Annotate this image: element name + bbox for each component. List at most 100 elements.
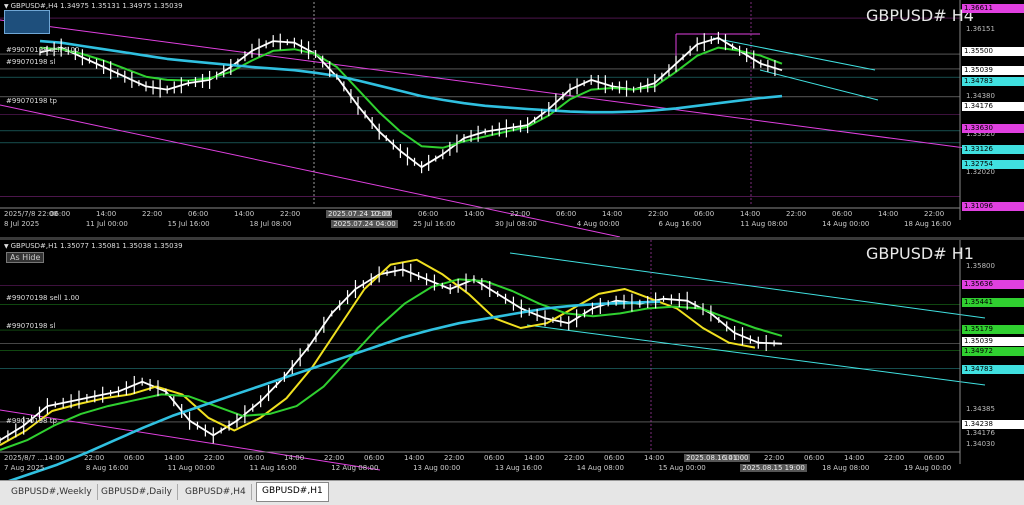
- h4-sell-label: #99070198 sell 1.00: [6, 46, 80, 54]
- time-tick-label: 14:00: [404, 454, 425, 462]
- time-tick-label: 22:00: [280, 210, 301, 218]
- time-tick-label: 06:00: [804, 454, 825, 462]
- triangle-down-icon: ▼: [4, 3, 9, 10]
- h1-symbol-title: GBPUSD# H1: [866, 244, 974, 263]
- time-tick-label: 06:00: [244, 454, 265, 462]
- h4-price-badge: 1.34176: [962, 102, 1024, 111]
- h4-ohlc-readout: ▼ GBPUSD#,H4 1.34975 1.35131 1.34975 1.35…: [4, 2, 183, 10]
- time-tick-label: 06:00: [924, 454, 945, 462]
- h4-price-badge: 1.33630: [962, 124, 1024, 133]
- tab-h4[interactable]: GBPUSD#,H4: [180, 484, 252, 500]
- h1-ytick: 1.34385: [966, 405, 995, 413]
- date-tick-label: 15 Aug 00:00: [658, 464, 706, 472]
- date-tick-label: 14 Aug 00:00: [822, 220, 870, 228]
- h4-symbol-title: GBPUSD# H4: [866, 6, 974, 25]
- time-tick-label: 14:00: [724, 454, 745, 462]
- h1-price-badge: 1.34972: [962, 347, 1024, 356]
- date-tick-label: 6 Aug 16:00: [658, 220, 702, 228]
- h1-price-badge: 1.35441: [962, 298, 1024, 307]
- h4-price-badge: 1.36611: [962, 4, 1024, 13]
- h4-sl-label: #99070198 sl: [6, 58, 56, 66]
- time-tick-label: 14:00: [164, 454, 185, 462]
- date-tick-label: 30 Jul 08:00: [494, 220, 537, 228]
- time-tick-label: 14:00: [44, 454, 65, 462]
- date-tick-label: 25 Jul 16:00: [413, 220, 456, 228]
- time-tick-label: 22:00: [924, 210, 945, 218]
- h1-sl-label: #99070198 sl: [6, 322, 56, 330]
- time-tick-label: 06:00: [364, 454, 385, 462]
- h1-price-badge: 1.35636: [962, 280, 1024, 289]
- time-tick-label: 22:00: [324, 454, 345, 462]
- hide-button[interactable]: As Hide: [6, 252, 45, 263]
- time-tick-label: 06:00: [188, 210, 209, 218]
- time-tick-label: 22:00: [84, 454, 105, 462]
- date-tick-label: 8 Aug 16:00: [85, 464, 129, 472]
- time-tick-label: 06:00: [124, 454, 145, 462]
- h4-price-badge: 1.35039: [962, 66, 1024, 75]
- date-tick-label: 18 Aug 16:00: [904, 220, 952, 228]
- time-tick-label: 14:00: [524, 454, 545, 462]
- date-tick-label: 14 Aug 08:00: [576, 464, 624, 472]
- time-tick-label: 06:00: [484, 454, 505, 462]
- time-tick-label: 14:00: [740, 210, 761, 218]
- series-price: [0, 268, 783, 441]
- tab-daily[interactable]: GBPUSD#,Daily: [96, 484, 178, 500]
- date-tick-label: 12 Aug 08:00: [331, 464, 379, 472]
- h4-price-badge: 1.35500: [962, 47, 1024, 56]
- h4-ytick: 1.32020: [966, 168, 995, 176]
- triangle-down-icon: ▼: [4, 243, 9, 250]
- h4-ytick: 1.36151: [966, 25, 995, 33]
- date-tick-label: 8 Jul 2025: [4, 220, 40, 228]
- time-tick-label: 14:00: [284, 454, 305, 462]
- time-tick-label: 2025/8/7 ...: [4, 454, 45, 462]
- time-tick-label: 22:00: [142, 210, 163, 218]
- chart-tab-bar: GBPUSD#,Weekly GBPUSD#,Daily GBPUSD#,H4 …: [0, 480, 1024, 505]
- date-tick-label: 2025.08.15 19:00: [740, 464, 807, 472]
- one-click-trading-widget[interactable]: [4, 10, 50, 34]
- h1-price-badge: 1.35179: [962, 325, 1024, 334]
- time-tick-label: 06:00: [418, 210, 439, 218]
- time-tick-label: 14:00: [844, 454, 865, 462]
- h1-chart-panel[interactable]: ▼ GBPUSD#,H1 1.35077 1.35081 1.35038 1.35…: [0, 240, 1024, 480]
- tab-weekly[interactable]: GBPUSD#,Weekly: [6, 484, 98, 500]
- h1-ohlc-text: GBPUSD#,H1 1.35077 1.35081 1.35038 1.350…: [10, 242, 183, 250]
- h4-price-badge: 1.33126: [962, 145, 1024, 154]
- time-tick-label: 06:00: [832, 210, 853, 218]
- date-tick-label: 11 Aug 00:00: [167, 464, 215, 472]
- trend-channel-line: [526, 324, 986, 386]
- date-tick-label: 18 Jul 08:00: [249, 220, 292, 228]
- time-tick-label: 22:00: [884, 454, 905, 462]
- h1-price-badge: 1.35039: [962, 337, 1024, 346]
- time-tick-label: 22:00: [372, 210, 393, 218]
- date-tick-label: 11 Aug 08:00: [740, 220, 788, 228]
- time-tick-label: 14:00: [602, 210, 623, 218]
- h1-tp-label: #99070198 tp: [6, 417, 57, 425]
- time-tick-label: 22:00: [564, 454, 585, 462]
- time-tick-label: 06:00: [556, 210, 577, 218]
- time-tick-label: 22:00: [648, 210, 669, 218]
- time-tick-label: 22:00: [786, 210, 807, 218]
- time-tick-label: 22:00: [204, 454, 225, 462]
- h1-ytick: 1.34176: [966, 429, 995, 437]
- time-tick-label: 22:00: [510, 210, 531, 218]
- h1-price-badge: 1.34783: [962, 365, 1024, 374]
- h4-price-badge: 1.34783: [962, 77, 1024, 86]
- h1-sell-label: #99070198 sell 1.00: [6, 294, 80, 302]
- time-tick-label: 14:00: [878, 210, 899, 218]
- date-tick-label: 11 Jul 00:00: [85, 220, 128, 228]
- time-tick-label: 14:00: [644, 454, 665, 462]
- date-tick-label: 18 Aug 08:00: [822, 464, 870, 472]
- h1-price-badge: 1.34238: [962, 420, 1024, 429]
- series-ma_yellow: [0, 258, 756, 446]
- time-tick-label: 14:00: [464, 210, 485, 218]
- date-tick-label: 19 Aug 00:00: [904, 464, 952, 472]
- h1-ytick: 1.34030: [966, 440, 995, 448]
- h4-chart-panel[interactable]: ▼ GBPUSD#,H4 1.34975 1.35131 1.34975 1.35…: [0, 0, 1024, 237]
- time-tick-label: 06:00: [50, 210, 71, 218]
- time-tick-label: 22:00: [764, 454, 785, 462]
- h1-ytick: 1.35800: [966, 262, 995, 270]
- date-tick-label: 7 Aug 2025: [4, 464, 45, 472]
- time-tick-label: 06:00: [694, 210, 715, 218]
- time-tick-label: 22:00: [444, 454, 465, 462]
- tab-h1[interactable]: GBPUSD#,H1: [256, 482, 329, 502]
